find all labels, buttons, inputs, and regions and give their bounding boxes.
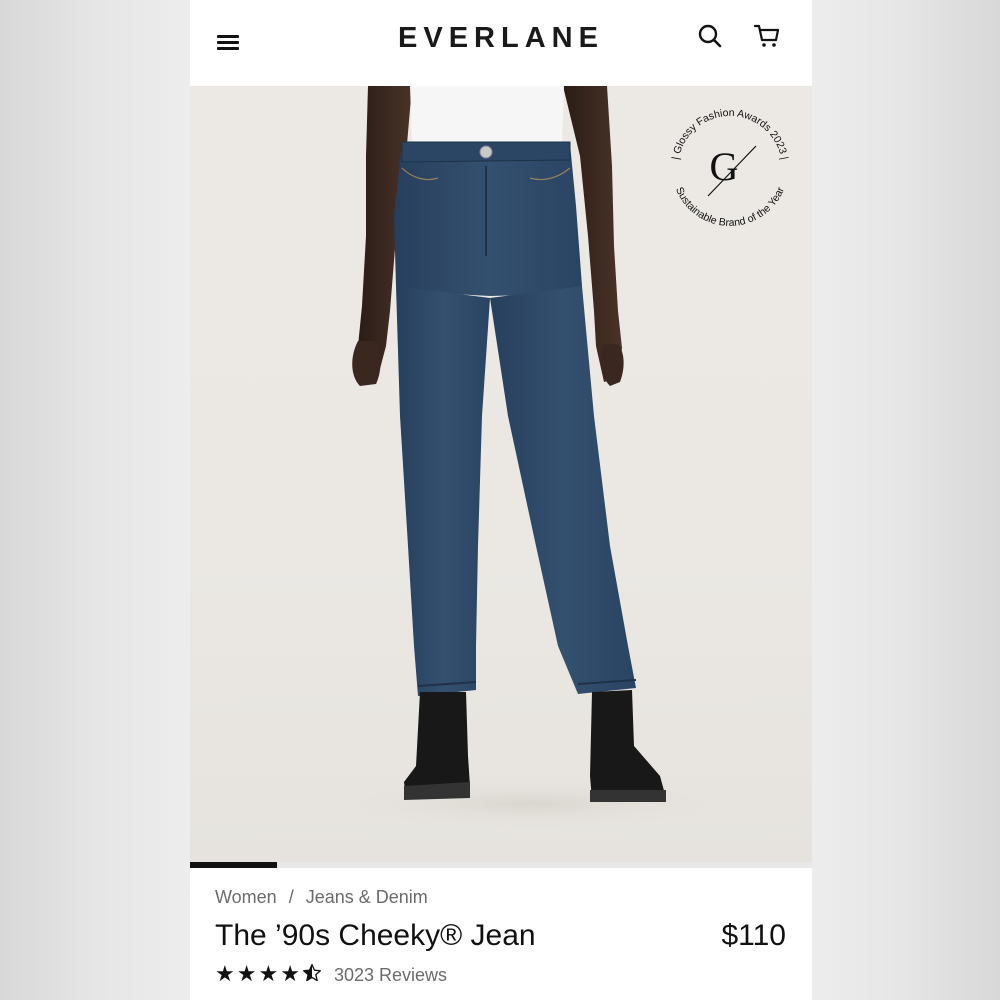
site-header: EVERLANE	[190, 0, 812, 86]
breadcrumb-women[interactable]: Women	[215, 887, 277, 907]
mobile-page: EVERLANE | Glossy Fashion Awards 2023 | …	[190, 0, 812, 1000]
award-badge: | Glossy Fashion Awards 2023 | Sustainab…	[670, 107, 791, 229]
product-title: The ’90s Cheeky® Jean	[215, 919, 536, 952]
search-icon[interactable]	[696, 22, 724, 50]
carousel-progress-fill	[190, 862, 278, 868]
breadcrumb-separator: /	[288, 887, 294, 907]
breadcrumb-jeans-denim[interactable]: Jeans & Denim	[306, 887, 428, 907]
reviews-link[interactable]: 3023 Reviews	[334, 965, 447, 986]
product-hero-image[interactable]: | Glossy Fashion Awards 2023 | Sustainab…	[190, 86, 812, 862]
star-half-icon	[302, 963, 322, 987]
product-price: $110	[721, 919, 786, 952]
star-full-icon: ★	[215, 961, 235, 986]
badge-logo-letter: G	[710, 144, 739, 189]
svg-text:Sustainable Brand of the Year: Sustainable Brand of the Year	[673, 185, 787, 229]
breadcrumb: Women / Jeans & Denim	[215, 887, 428, 908]
star-full-icon: ★	[236, 961, 257, 986]
carousel-progress-track	[190, 862, 812, 868]
badge-ring-bottom-text: Sustainable Brand of the Year	[673, 185, 787, 229]
rating-stars: ★ ★ ★ ★	[215, 963, 322, 987]
product-rating[interactable]: ★ ★ ★ ★ 3023 Reviews	[215, 963, 447, 987]
star-full-icon: ★	[280, 961, 300, 986]
star-full-icon: ★	[258, 961, 279, 986]
shopping-cart-icon[interactable]	[753, 22, 781, 50]
